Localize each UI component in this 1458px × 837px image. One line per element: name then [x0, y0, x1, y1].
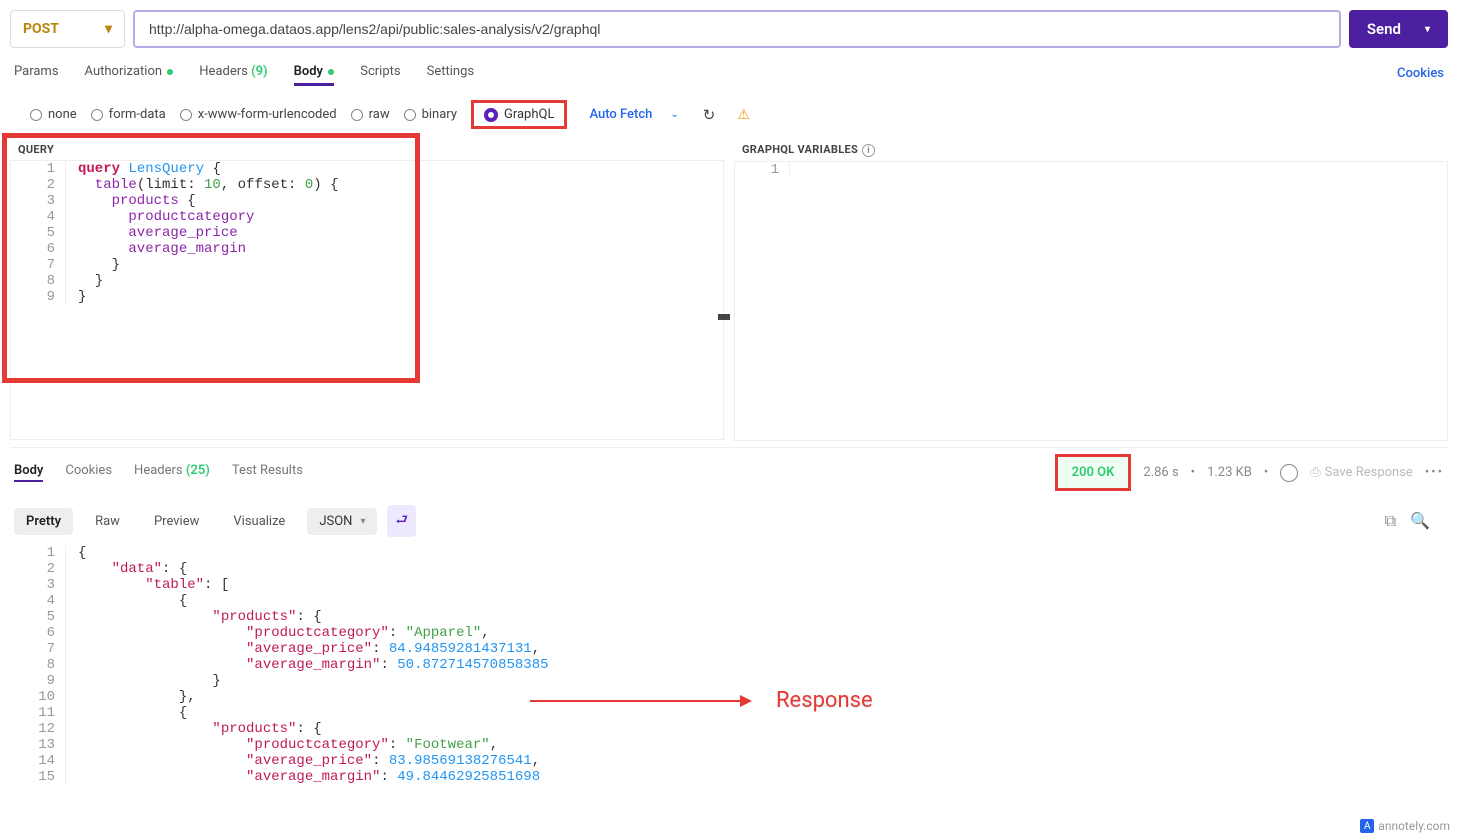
response-view-row: Pretty Raw Preview Visualize JSON▾ ⮐ ⧉ 🔍 [10, 497, 1448, 545]
query-header: QUERY [10, 139, 724, 160]
resp-tab-test-results[interactable]: Test Results [232, 463, 303, 482]
annotely-logo-icon: A [1360, 819, 1374, 833]
resp-tab-headers[interactable]: Headers (25) [134, 463, 210, 482]
variables-pane: GRAPHQL VARIABLESi 1 [734, 139, 1448, 441]
more-icon[interactable]: ••• [1425, 465, 1444, 480]
warning-icon[interactable]: ⚠ [737, 107, 750, 123]
view-visualize[interactable]: Visualize [221, 508, 297, 535]
request-bar: POST ▾ Send ▾ [10, 10, 1448, 48]
http-method-select[interactable]: POST ▾ [10, 10, 125, 48]
tab-settings[interactable]: Settings [427, 60, 474, 86]
pane-resize-handle[interactable] [718, 314, 730, 317]
save-response-button[interactable]: ⎙Save Response [1310, 465, 1413, 480]
resp-tab-cookies[interactable]: Cookies [65, 463, 112, 482]
tab-authorization[interactable]: Authorization [85, 60, 174, 86]
radio-form-data[interactable]: form-data [91, 107, 166, 122]
radio-raw[interactable]: raw [351, 107, 390, 122]
copy-icon[interactable]: ⧉ [1385, 511, 1396, 531]
status-badge: 200 OK [1055, 454, 1132, 491]
radio-checked-icon[interactable] [484, 108, 498, 122]
query-pane: QUERY 1query LensQuery {2 table(limit: 1… [10, 139, 724, 441]
radio-binary[interactable]: binary [404, 107, 457, 122]
chevron-down-icon[interactable]: ▾ [1425, 24, 1430, 35]
watermark: A annotely.com [1360, 819, 1450, 833]
format-select[interactable]: JSON▾ [307, 508, 377, 535]
refresh-icon[interactable]: ↻ [703, 106, 716, 124]
send-label: Send [1367, 20, 1401, 38]
response-body[interactable]: 1{2 "data": {3 "table": [4 {5 "products"… [10, 545, 1448, 785]
response-header-row: Body Cookies Headers (25) Test Results 2… [10, 447, 1448, 497]
request-tabs-row: Params Authorization Headers (9) Body Sc… [10, 60, 1448, 86]
search-icon[interactable]: 🔍 [1410, 511, 1430, 531]
info-icon[interactable]: i [862, 144, 875, 157]
send-button[interactable]: Send ▾ [1349, 10, 1448, 48]
chevron-down-icon[interactable]: ⌄ [670, 109, 678, 120]
radio-none[interactable]: none [30, 107, 77, 122]
radio-urlencoded[interactable]: x-www-form-urlencoded [180, 107, 337, 122]
view-pretty[interactable]: Pretty [14, 508, 73, 535]
response-time: 2.86 s [1143, 465, 1178, 480]
http-method-value: POST [23, 21, 59, 37]
radio-graphql-highlighted: GraphQL [471, 100, 567, 129]
query-editor[interactable]: 1query LensQuery {2 table(limit: 10, off… [10, 160, 724, 440]
tab-body[interactable]: Body [294, 60, 335, 86]
chevron-down-icon: ▾ [105, 21, 112, 37]
annotation-label: Response [776, 688, 873, 713]
dot-icon [328, 69, 334, 75]
url-input[interactable] [133, 10, 1341, 48]
response-size: 1.23 KB [1207, 465, 1252, 480]
view-preview[interactable]: Preview [142, 508, 211, 535]
annotation-arrow: Response [530, 688, 873, 713]
tab-params[interactable]: Params [14, 60, 59, 86]
wrap-lines-icon[interactable]: ⮐ [387, 505, 416, 537]
cookies-link[interactable]: Cookies [1397, 66, 1444, 81]
body-type-row: none form-data x-www-form-urlencoded raw… [10, 100, 1448, 129]
dot-icon [167, 69, 173, 75]
globe-icon[interactable] [1280, 464, 1298, 482]
variables-editor[interactable]: 1 [734, 161, 1448, 441]
resp-tab-body[interactable]: Body [14, 463, 43, 482]
view-raw[interactable]: Raw [83, 508, 132, 535]
auto-fetch-link[interactable]: Auto Fetch [589, 107, 652, 122]
tab-headers[interactable]: Headers (9) [199, 60, 267, 86]
graphql-label: GraphQL [504, 107, 554, 122]
tab-scripts[interactable]: Scripts [360, 60, 400, 86]
variables-header: GRAPHQL VARIABLESi [734, 139, 1448, 161]
